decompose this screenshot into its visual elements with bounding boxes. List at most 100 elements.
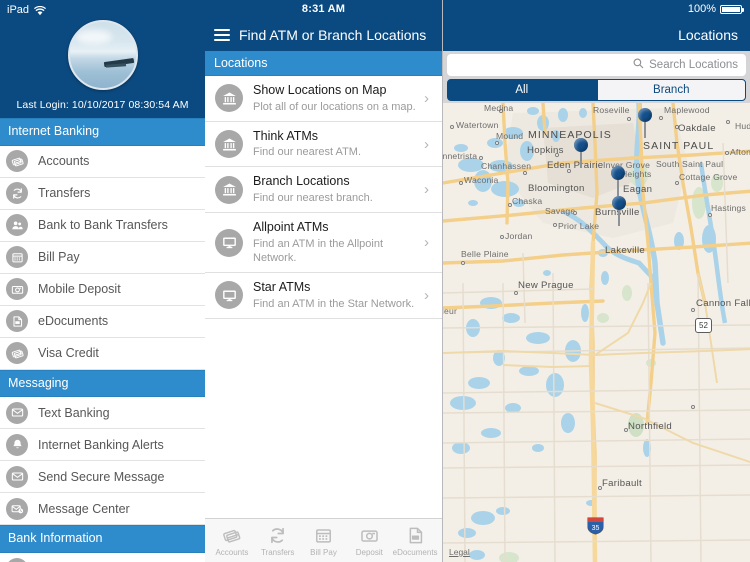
middle-section-header: Locations [205,51,442,76]
document-icon [6,310,28,333]
cards-icon [6,342,28,365]
map-label-saint-paul: SAINT PAUL [643,140,715,152]
location-option-row[interactable]: Think ATMs Find our nearest ATM. › [205,121,442,168]
map-label-chanhassen: Chanhassen [481,161,532,171]
sidebar-item-label: Message Center [38,501,130,516]
tab-label: Deposit [355,547,383,557]
map-view[interactable]: Watertown Medina Mound Minnetrista Chanh… [443,103,750,562]
map-label-hopkins: Hopkins [527,145,564,156]
location-option-text: Branch Locations Find our nearest branch. [253,174,418,205]
location-option-row[interactable]: Branch Locations Find our nearest branch.… [205,167,442,214]
location-option-title: Branch Locations [253,174,350,189]
sidebar-item-text-banking[interactable]: Text Banking [0,397,205,430]
city-dot [514,291,518,295]
location-option-text: Allpoint ATMs Find an ATM in the Allpoint… [253,220,418,265]
city-dot [553,223,557,227]
map-pin-icon[interactable] [638,108,677,138]
map-pin-icon[interactable] [611,166,650,196]
location-option-row[interactable]: Show Locations on Map Plot all of our loc… [205,76,442,122]
map-label-hudson: Hud [735,121,750,131]
city-dot [450,125,454,129]
map-label-cannon-falls: Cannon Falls [696,298,750,309]
map-pin-icon[interactable] [612,196,651,226]
chevron-right-icon: › [424,286,429,304]
map-label-minneapolis: MINNEAPOLIS [528,129,612,141]
middle-navbar: Find ATM or Branch Locations [205,18,442,51]
battery-percent-label: 100% [687,3,716,15]
sidebar-item-internet-banking-alerts[interactable]: Internet Banking Alerts [0,429,205,462]
location-option-subtitle: Find our nearest ATM. [253,146,362,159]
map-label-south-saint-paul: South Saint Paul [656,159,724,169]
sidebar-item-label: Text Banking [38,405,110,420]
sidebar-item-message-center[interactable]: Message Center [0,493,205,526]
map-label-northfield: Northfield [628,421,673,432]
segment-all[interactable]: All [447,79,597,101]
wifi-icon [34,5,47,16]
map-label-bloomington: Bloomington [528,183,585,194]
search-input[interactable]: Search Locations [447,54,746,76]
map-label-maplewood: Maplewood [664,105,710,115]
sidebar-item-locations[interactable]: Locations [0,552,205,562]
hamburger-menu-icon[interactable] [214,28,230,41]
city-dot [675,181,679,185]
avatar[interactable] [67,20,138,90]
map-label-prior-lake: Prior Lake [558,221,600,231]
sidebar-item-label: Bill Pay [38,250,80,265]
tab-label: eDocuments [392,547,438,557]
highway-shield-35-north: 35 [586,516,605,535]
status-bar-right: 100% [443,0,750,18]
sidebar-item-accounts[interactable]: Accounts [0,145,205,178]
location-option-text: Think ATMs Find our nearest ATM. [253,129,418,160]
sidebar-item-send-secure-message[interactable]: Send Secure Message [0,461,205,494]
sidebar-item-transfers[interactable]: Transfers [0,177,205,210]
location-option-text: Show Locations on Map Plot all of our loc… [253,83,418,114]
segment-branch[interactable]: Branch [596,79,746,101]
city-dot [495,141,499,145]
location-option-row[interactable]: Allpoint ATMs Find an ATM in the Allpoint… [205,213,442,273]
location-option-subtitle: Plot all of our locations on a map. [253,100,416,113]
search-bar-container: Search Locations [443,51,750,79]
refresh-arrows-icon [6,182,28,205]
tab-accounts[interactable]: Accounts [209,525,255,557]
map-label-afton: Afton [730,147,750,157]
status-bar-clock: 8:31 AM [205,0,442,18]
sidebar-item-bank-to-bank-transfers[interactable]: Bank to Bank Transfers [0,209,205,242]
sidebar-item-label: Send Secure Message [38,469,165,484]
bank-icon [215,130,243,159]
tab-bill-pay[interactable]: Bill Pay [301,525,347,557]
battery-full-icon [720,4,744,14]
envelope-icon [6,401,28,424]
sidebar-item-bill-pay[interactable]: Bill Pay [0,241,205,274]
map-label-medina: Medina [484,103,514,113]
sidebar-item-label: eDocuments [38,314,109,329]
map-legal-link[interactable]: Legal [449,547,470,557]
city-dot [627,117,631,121]
cards-icon [222,525,241,546]
sidebar-item-edocuments[interactable]: eDocuments [0,305,205,338]
ipad-banking-app: iPad Last Login: 10/10/2017 08:30:54 AM … [0,0,750,562]
city-dot [573,211,577,215]
location-option-row[interactable]: Star ATMs Find an ATM in the Star Network… [205,272,442,319]
people-icon [6,214,28,237]
monitor-icon [215,228,243,257]
search-icon [633,56,644,74]
tab-deposit[interactable]: Deposit [346,525,392,557]
tab-transfers[interactable]: Transfers [255,525,301,557]
bank-icon [6,557,28,562]
map-pin-icon[interactable] [574,138,613,168]
location-option-title: Show Locations on Map [253,83,387,97]
map-label-lakeville: Lakeville [605,245,646,256]
avatar-container[interactable] [0,20,205,90]
city-dot [726,120,730,124]
tab-edocuments[interactable]: eDocuments [392,525,438,557]
city-dot [659,116,663,120]
map-label-hastings: Hastings [711,203,747,213]
bank-icon [215,84,243,113]
sidebar-item-mobile-deposit[interactable]: Mobile Deposit [0,273,205,306]
sidebar-item-visa-credit[interactable]: Visa Credit [0,337,205,370]
city-dot [691,405,695,409]
location-option-subtitle: Find an ATM in the Allpoint Network. [253,237,384,264]
envelope-icon [6,465,28,488]
pdf-document-icon [406,525,425,546]
sidebar-item-label: Accounts [38,154,90,169]
